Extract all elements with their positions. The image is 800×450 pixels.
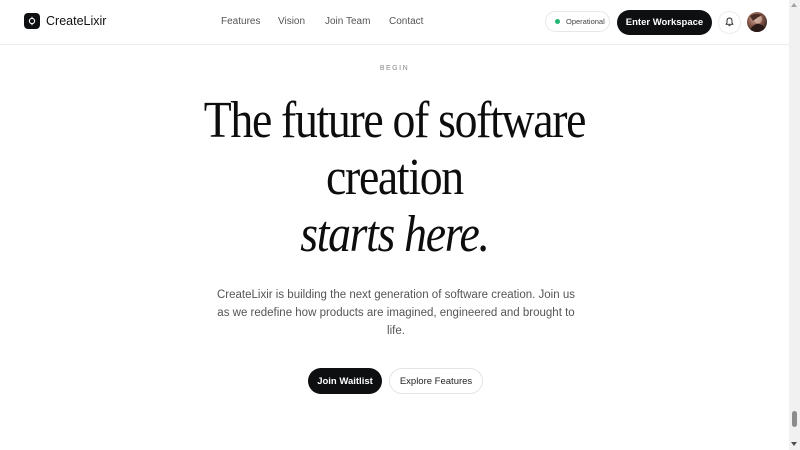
hero-description: CreateLixir is building the next generat… bbox=[217, 289, 575, 337]
status-badge: Operational bbox=[545, 11, 610, 32]
explore-features-button[interactable]: Explore Features bbox=[389, 368, 483, 394]
nav-link-vision[interactable]: Vision bbox=[278, 16, 305, 27]
avatar[interactable] bbox=[747, 12, 767, 32]
page: CreateLixir Features Vision Join Team Co… bbox=[0, 0, 800, 450]
headline-line-2: creation bbox=[326, 149, 464, 206]
scroll-up-arrow-icon[interactable] bbox=[791, 3, 797, 7]
join-waitlist-button[interactable]: Join Waitlist bbox=[308, 368, 382, 394]
nav-link-join-team[interactable]: Join Team bbox=[325, 16, 370, 27]
headline-line-1: The future of software bbox=[203, 92, 587, 149]
vertical-scrollbar[interactable] bbox=[789, 0, 800, 450]
logo-icon bbox=[24, 13, 40, 29]
hero-headline: The future of software creation starts h… bbox=[47, 92, 741, 263]
top-navigation-bar: CreateLixir Features Vision Join Team Co… bbox=[0, 0, 789, 45]
headline-line-3: starts here. bbox=[300, 206, 490, 263]
bell-icon bbox=[725, 14, 734, 32]
scroll-down-arrow-icon[interactable] bbox=[791, 442, 797, 446]
scroll-thumb[interactable] bbox=[792, 411, 797, 427]
brand-name: CreateLixir bbox=[46, 14, 107, 28]
hero-cta-group: Join Waitlist Explore Features bbox=[308, 368, 483, 394]
brand[interactable]: CreateLixir bbox=[24, 13, 106, 29]
notifications-button[interactable] bbox=[718, 11, 741, 34]
nav-link-contact[interactable]: Contact bbox=[389, 16, 423, 27]
status-label: Operational bbox=[566, 17, 605, 26]
nav-link-features[interactable]: Features bbox=[221, 16, 260, 27]
hero-eyebrow: BEGIN bbox=[379, 65, 410, 72]
status-dot-icon bbox=[555, 19, 560, 24]
enter-workspace-button[interactable]: Enter Workspace bbox=[617, 10, 712, 35]
